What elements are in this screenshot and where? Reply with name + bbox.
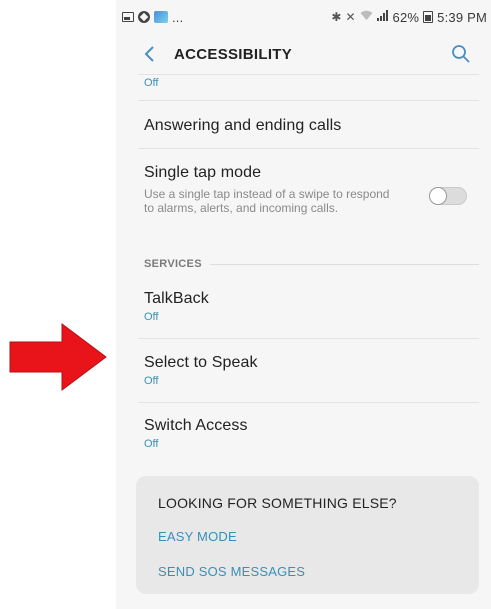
back-button[interactable] [138,43,160,65]
divider [138,100,479,101]
item-status: Off [144,438,159,450]
gallery-icon [122,12,134,22]
toggle-knob [429,187,447,205]
item-title: TalkBack [144,290,209,307]
list-item-switch-access[interactable]: Switch Access Off [116,417,491,450]
card-title: LOOKING FOR SOMETHING ELSE? [158,495,397,511]
search-button[interactable] [449,42,473,66]
divider [138,402,479,403]
status-left: ... [122,10,183,25]
clock: 5:39 PM [437,9,487,25]
status-bar: ... ✱ ✕ 62% 5:39 PM [116,0,491,34]
app-bar: ACCESSIBILITY [116,34,491,74]
notification-icon [138,11,150,23]
list-item-select-to-speak[interactable]: Select to Speak Off [116,354,491,387]
easy-mode-link[interactable]: EASY MODE [158,529,457,544]
list-item-talkback[interactable]: TalkBack Off [116,290,491,323]
page-title: ACCESSIBILITY [174,45,293,63]
status-right: ✱ ✕ 62% 5:39 PM [331,10,487,25]
signal-icon [376,10,389,24]
item-status: Off [144,311,159,323]
item-title: Switch Access [144,417,248,434]
section-label: SERVICES [144,258,202,270]
item-status: Off [144,375,159,387]
battery-icon [423,11,434,23]
more-notifications: ... [172,9,184,25]
send-sos-messages-link[interactable]: SEND SOS MESSAGES [158,564,457,579]
item-description: Use a single tap instead of a swipe to r… [144,187,390,215]
section-header-services: SERVICES [144,256,479,272]
bluetooth-icon: ✱ [331,10,342,24]
mute-icon: ✕ [345,10,356,24]
battery-percent: 62% [392,9,420,25]
item-title: Answering and ending calls [144,117,342,134]
chevron-left-icon [144,46,154,62]
search-icon [452,45,470,63]
list-item-answering-calls[interactable]: Answering and ending calls [116,117,491,135]
suggestions-card: LOOKING FOR SOMETHING ELSE? EASY MODE SE… [136,476,479,594]
item-title: Single tap mode [144,164,262,181]
section-line [209,263,479,265]
divider [138,148,479,149]
app-notification-icon [154,11,168,23]
item-title: Select to Speak [144,354,258,371]
red-arrow-icon [9,323,107,391]
list-item-previous[interactable]: Off [116,75,491,89]
wifi-icon [360,10,373,24]
item-status: Off [144,77,159,89]
single-tap-toggle[interactable] [429,187,467,205]
divider [138,338,479,339]
phone-screen: ... ✱ ✕ 62% 5:39 PM ACCESSIBILITY Off An… [116,0,491,609]
